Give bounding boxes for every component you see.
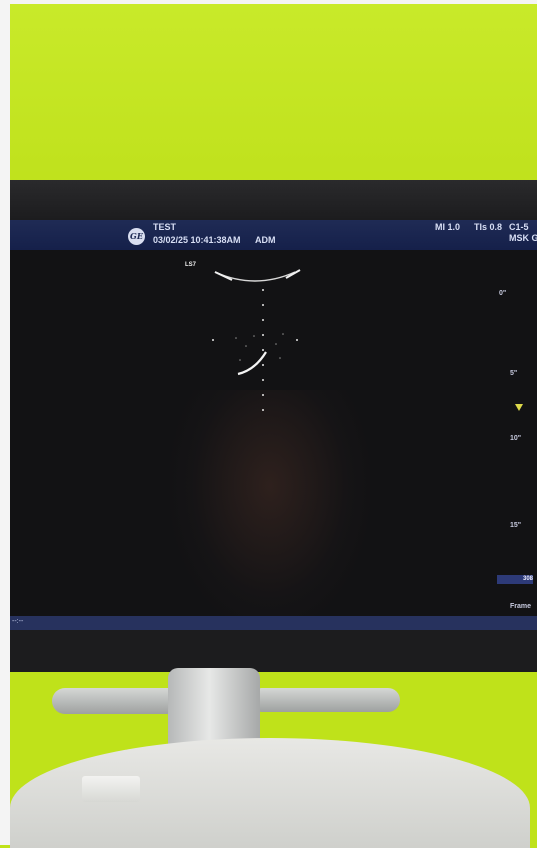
console-button[interactable] bbox=[82, 776, 140, 802]
speckle-echoes bbox=[235, 333, 284, 361]
depth-label-5: 5" bbox=[510, 370, 518, 377]
depth-scale-panel: 0" 5" 10" 15" 308 Frame bbox=[497, 250, 537, 630]
ultrasound-image bbox=[212, 269, 301, 411]
depth-dots bbox=[212, 289, 298, 411]
depth-label-15: 15" bbox=[510, 522, 522, 529]
stand-arm-right bbox=[258, 688, 400, 712]
ultrasound-screen: GE TEST 03/02/25 10:41:38AM ADM MI 1.0 T… bbox=[10, 220, 537, 630]
frame-label: Frame bbox=[510, 603, 532, 610]
probe-footprint-arc bbox=[214, 271, 296, 282]
ultrasound-monitor: GE TEST 03/02/25 10:41:38AM ADM MI 1.0 T… bbox=[10, 180, 537, 672]
bottom-status-bar: --:-- bbox=[10, 616, 537, 630]
depth-label-10: 10" bbox=[510, 435, 522, 442]
bright-echo-arc bbox=[237, 351, 267, 376]
stand-arm-left bbox=[52, 688, 180, 714]
echo-line-left bbox=[214, 271, 233, 281]
depth-label-0: 0" bbox=[499, 290, 507, 297]
focus-marker-icon bbox=[515, 404, 523, 411]
wall-background bbox=[0, 0, 537, 190]
bottom-status-text: --:-- bbox=[12, 618, 24, 625]
value-readout: 308 bbox=[497, 575, 533, 584]
echo-line-right bbox=[285, 269, 301, 279]
